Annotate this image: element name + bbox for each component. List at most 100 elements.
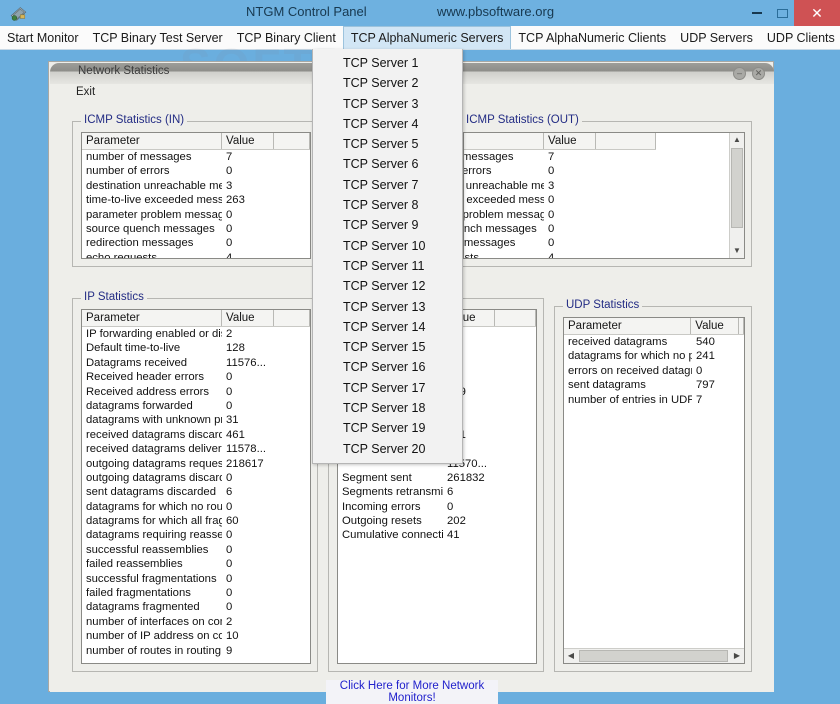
dropdown-item-tcp-server-8[interactable]: TCP Server 8 [313,195,462,215]
scroll-down-icon[interactable]: ▼ [730,244,744,258]
dropdown-item-tcp-server-5[interactable]: TCP Server 5 [313,134,462,154]
table-row[interactable]: Incoming errors 0 [338,500,536,514]
scrollbar-thumb[interactable] [579,650,728,662]
menu-item-tcp-binary-test-server[interactable]: TCP Binary Test Server [86,26,230,49]
table-row[interactable]: number of errors 0 [82,164,310,178]
menu-item-start-monitor[interactable]: Start Monitor [0,26,86,49]
table-row[interactable]: Outgoing resets 202 [338,514,536,528]
scroll-up-icon[interactable]: ▲ [730,133,744,147]
menu-item-udp-clients[interactable]: UDP Clients [760,26,840,49]
table-row[interactable]: sent datagrams 797 [564,378,744,392]
dropdown-item-tcp-server-2[interactable]: TCP Server 2 [313,73,462,93]
scroll-left-icon[interactable]: ◀ [564,649,578,663]
table-row[interactable]: datagrams forwarded 0 [82,399,310,413]
dropdown-item-tcp-server-1[interactable]: TCP Server 1 [313,53,462,73]
dropdown-item-tcp-server-13[interactable]: TCP Server 13 [313,297,462,317]
table-row[interactable]: time-to-live exceeded messa... 0 [464,193,744,207]
scroll-right-icon[interactable]: ▶ [730,649,744,663]
table-row[interactable]: failed fragmentations 0 [82,586,310,600]
table-row[interactable]: Received header errors 0 [82,370,310,384]
window-close-button[interactable]: ✕ [794,0,840,26]
ip-listview[interactable]: Parameter Value IP forwarding enabled or d… [81,309,311,664]
table-row[interactable]: number of IP address on com... 10 [82,629,310,643]
table-row[interactable]: IP forwarding enabled or disa... 2 [82,327,310,341]
table-row[interactable]: Cumulative connections 41 [338,528,536,542]
menu-item-tcp-binary-client[interactable]: TCP Binary Client [230,26,343,49]
table-row[interactable]: destination unreachable mes... 3 [464,179,744,193]
inner-minimize-button[interactable]: – [733,67,746,80]
table-row[interactable]: datagrams for which all frags ... 60 [82,514,310,528]
horizontal-scrollbar[interactable]: ◀ ▶ [564,648,744,663]
column-header-parameter[interactable]: Parameter [82,133,222,149]
table-row[interactable]: Datagrams received 11576... [82,356,310,370]
table-row[interactable]: failed reassemblies 0 [82,557,310,571]
table-row[interactable]: source quench messages 0 [464,222,744,236]
dropdown-item-tcp-server-19[interactable]: TCP Server 19 [313,418,462,438]
table-row[interactable]: number of errors 0 [464,164,744,178]
dropdown-item-tcp-server-18[interactable]: TCP Server 18 [313,398,462,418]
table-row[interactable]: redirection messages 0 [464,236,744,250]
dropdown-item-tcp-server-10[interactable]: TCP Server 10 [313,236,462,256]
dropdown-item-tcp-server-15[interactable]: TCP Server 15 [313,337,462,357]
column-header-parameter[interactable]: Parameter [464,133,544,149]
menu-item-tcp-alphanumeric-servers[interactable]: TCP AlphaNumeric Servers [342,26,512,49]
table-row[interactable]: sent datagrams discarded 6 [82,485,310,499]
table-row[interactable]: number of messages 7 [82,150,310,164]
column-header-parameter[interactable]: Parameter [564,318,692,334]
dropdown-item-tcp-server-20[interactable]: TCP Server 20 [313,439,462,459]
menu-item-exit[interactable]: Exit [76,86,95,98]
table-row[interactable]: outgoing datagrams discarded 0 [82,471,310,485]
inner-close-button[interactable]: ✕ [752,67,765,80]
dropdown-item-tcp-server-9[interactable]: TCP Server 9 [313,215,462,235]
table-row[interactable]: echo requests 4 [82,251,310,258]
dropdown-item-tcp-server-6[interactable]: TCP Server 6 [313,154,462,174]
table-row[interactable]: datagrams requiring reassembly 0 [82,528,310,542]
dropdown-item-tcp-server-3[interactable]: TCP Server 3 [313,94,462,114]
dropdown-item-tcp-server-12[interactable]: TCP Server 12 [313,276,462,296]
table-row[interactable]: Received address errors 0 [82,385,310,399]
table-row[interactable]: datagrams with unknown pro... 31 [82,413,310,427]
icmp-in-listview[interactable]: Parameter Value number of messages 7 number … [81,132,311,259]
table-row[interactable]: time-to-live exceeded messa... 263 [82,193,310,207]
table-row[interactable]: source quench messages 0 [82,222,310,236]
table-row[interactable]: parameter problem messages 0 [464,208,744,222]
table-row[interactable]: Default time-to-live 128 [82,341,310,355]
dropdown-item-tcp-server-7[interactable]: TCP Server 7 [313,175,462,195]
dropdown-item-tcp-server-17[interactable]: TCP Server 17 [313,378,462,398]
table-row[interactable]: outgoing datagrams requested 218617 [82,457,310,471]
column-header-value[interactable]: Value [222,133,274,149]
table-row[interactable]: number of routes in routing ta... 9 [82,644,310,658]
menu-item-udp-servers[interactable]: UDP Servers [673,26,760,49]
table-row[interactable]: parameter problem messages 0 [82,208,310,222]
table-row[interactable]: echo requests 4 [464,251,744,258]
table-row[interactable]: destination unreachable mes... 3 [82,179,310,193]
udp-listview[interactable]: Parameter Value received datagrams 540 datag… [563,317,745,664]
table-row[interactable]: successful reassemblies 0 [82,543,310,557]
table-row[interactable]: number of messages 7 [464,150,744,164]
table-row[interactable]: Segments retransmitted 6 [338,485,536,499]
column-header-value[interactable]: Value [222,310,274,326]
table-row[interactable]: datagrams fragmented 0 [82,600,310,614]
dropdown-item-tcp-server-4[interactable]: TCP Server 4 [313,114,462,134]
column-header-value[interactable]: Value [691,318,739,334]
table-row[interactable]: datagrams for which no port 241 [564,349,744,363]
table-row[interactable]: Segment sent 261832 [338,471,536,485]
menu-item-tcp-alphanumeric-clients[interactable]: TCP AlphaNumeric Clients [511,26,673,49]
column-header-value[interactable]: Value [544,133,596,149]
dropdown-item-tcp-server-16[interactable]: TCP Server 16 [313,357,462,377]
table-row[interactable]: successful fragmentations 0 [82,572,310,586]
column-header-parameter[interactable]: Parameter [82,310,222,326]
dropdown-item-tcp-server-14[interactable]: TCP Server 14 [313,317,462,337]
more-network-monitors-link[interactable]: Click Here for More Network Monitors! [326,680,498,704]
vertical-scrollbar[interactable]: ▲ ▼ [729,133,744,258]
table-row[interactable]: received datagrams 540 [564,335,744,349]
table-row[interactable]: errors on received datagrams 0 [564,364,744,378]
table-row[interactable]: redirection messages 0 [82,236,310,250]
table-row[interactable]: received datagrams discarded 461 [82,428,310,442]
table-row[interactable]: number of entries in UDP list... 7 [564,393,744,407]
table-row[interactable]: received datagrams delivered 11578... [82,442,310,456]
icmp-out-listview[interactable]: ParameterValuenumber of messages7number … [463,132,745,259]
table-row[interactable]: datagrams for which no route 0 [82,500,310,514]
dropdown-item-tcp-server-11[interactable]: TCP Server 11 [313,256,462,276]
table-row[interactable]: number of interfaces on com... 2 [82,615,310,629]
